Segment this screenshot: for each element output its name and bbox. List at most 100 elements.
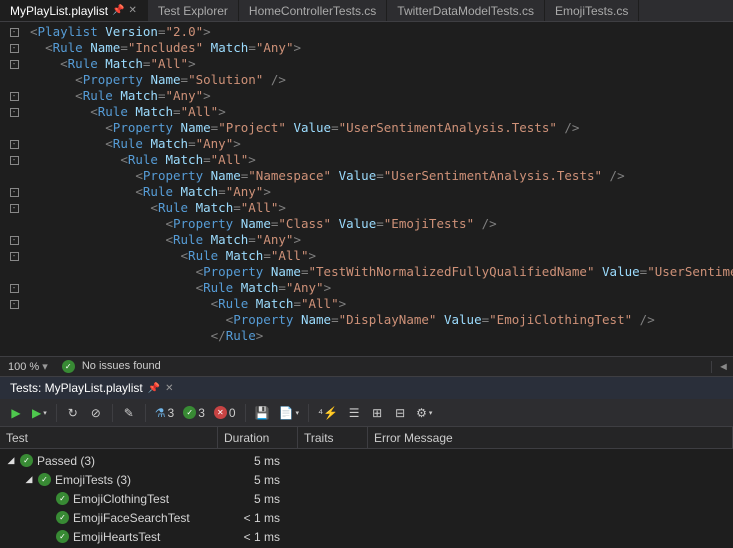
- zoom-dropdown[interactable]: 100 %: [8, 360, 48, 373]
- test-duration: 5 ms: [218, 454, 298, 468]
- flask-icon: ⚗: [155, 406, 166, 420]
- issues-indicator[interactable]: ✓ No issues found: [62, 360, 161, 373]
- fold-toggle[interactable]: -: [10, 140, 19, 149]
- count-total: 3: [168, 406, 175, 420]
- code-line[interactable]: <Rule Match="All">: [30, 56, 733, 72]
- tab-tests-playlist[interactable]: Tests: MyPlayList.playlist 📌 ✕: [0, 378, 184, 398]
- clear-button[interactable]: ⊘: [86, 402, 106, 424]
- filter-failed-button[interactable]: ✕ 0: [211, 402, 239, 424]
- code-line[interactable]: <Property Name="TestWithNormalizedFullyQ…: [30, 264, 733, 280]
- fail-icon: ✕: [214, 406, 227, 419]
- test-label: Passed (3): [37, 454, 95, 468]
- pass-icon: ✓: [38, 473, 51, 486]
- grouping-button[interactable]: ☰: [344, 402, 364, 424]
- tab-myplaylist-playlist[interactable]: MyPlayList.playlist📌✕: [0, 0, 148, 21]
- code-line[interactable]: <Rule Match="Any">: [30, 232, 733, 248]
- code-line[interactable]: <Property Name="Class" Value="EmojiTests…: [30, 216, 733, 232]
- editor-status-bar: 100 % ✓ No issues found ◄: [0, 357, 733, 377]
- issues-text: No issues found: [82, 360, 161, 372]
- run-after-build-button[interactable]: ⁴⚡: [315, 402, 341, 424]
- playlist-button[interactable]: 📄▾: [276, 402, 302, 424]
- check-icon: ✓: [62, 360, 75, 373]
- pass-icon: ✓: [56, 492, 69, 505]
- count-passed: 3: [198, 406, 205, 420]
- column-duration[interactable]: Duration: [218, 427, 298, 448]
- run-button[interactable]: ▶▾: [29, 402, 50, 424]
- pass-icon: ✓: [56, 511, 69, 524]
- fold-toggle[interactable]: -: [10, 44, 19, 53]
- save-playlist-button[interactable]: 💾: [252, 402, 273, 424]
- code-line[interactable]: <Property Name="Solution" />: [30, 72, 733, 88]
- code-line[interactable]: <Rule Match="All">: [30, 248, 733, 264]
- pass-icon: ✓: [56, 530, 69, 543]
- code-line[interactable]: <Rule Match="All">: [30, 296, 733, 312]
- fold-toggle[interactable]: -: [10, 300, 19, 309]
- test-row[interactable]: ◢ ✓ Passed (3) 5 ms: [0, 451, 733, 470]
- fold-toggle[interactable]: -: [10, 204, 19, 213]
- code-body[interactable]: <Playlist Version="2.0"> <Rule Name="Inc…: [28, 22, 733, 356]
- code-line[interactable]: <Rule Match="All">: [30, 152, 733, 168]
- column-test[interactable]: Test: [0, 427, 218, 448]
- filter-passed-button[interactable]: ✓ 3: [180, 402, 208, 424]
- close-icon[interactable]: ✕: [165, 383, 173, 394]
- test-row[interactable]: ✓ EmojiClothingTest 5 ms: [0, 489, 733, 508]
- fold-toggle[interactable]: -: [10, 236, 19, 245]
- fold-toggle[interactable]: -: [10, 252, 19, 261]
- settings-button[interactable]: ⚙▾: [413, 402, 435, 424]
- test-duration: 5 ms: [218, 473, 298, 487]
- test-tree[interactable]: ◢✓Passed (3)5 ms◢✓EmojiTests (3)5 ms✓Emo…: [0, 449, 733, 548]
- test-row[interactable]: ✓ EmojiFaceSearchTest < 1 ms: [0, 508, 733, 527]
- code-line[interactable]: <Property Name="Namespace" Value="UserSe…: [30, 168, 733, 184]
- pass-icon: ✓: [20, 454, 33, 467]
- test-label: EmojiHeartsTest: [73, 530, 160, 544]
- fold-gutter[interactable]: - - - - - - - - - - - - -: [0, 22, 28, 356]
- code-line[interactable]: <Rule Match="All">: [30, 104, 733, 120]
- test-row[interactable]: ✓ EmojiHeartsTest < 1 ms: [0, 527, 733, 546]
- filter-total-button[interactable]: ⚗ 3: [152, 402, 177, 424]
- code-line[interactable]: <Property Name="DisplayName" Value="Emoj…: [30, 312, 733, 328]
- close-icon[interactable]: ✕: [128, 5, 136, 16]
- column-error[interactable]: Error Message: [368, 427, 733, 448]
- code-line[interactable]: <Rule Match="Any">: [30, 280, 733, 296]
- pin-icon[interactable]: 📌: [148, 383, 160, 394]
- fold-toggle[interactable]: -: [10, 92, 19, 101]
- code-line[interactable]: <Property Name="Project" Value="UserSent…: [30, 120, 733, 136]
- chevron-down-icon[interactable]: ◢: [24, 474, 34, 485]
- tab-test-explorer[interactable]: Test Explorer: [148, 0, 239, 21]
- repeat-button[interactable]: ↻: [63, 402, 83, 424]
- test-row[interactable]: ◢✓EmojiTests (3)5 ms: [0, 470, 733, 489]
- code-line[interactable]: <Rule Match="Any">: [30, 184, 733, 200]
- column-traits[interactable]: Traits: [298, 427, 368, 448]
- code-line[interactable]: <Rule Match="Any">: [30, 88, 733, 104]
- run-all-button[interactable]: ▶: [6, 402, 26, 424]
- code-line[interactable]: <Rule Name="Includes" Match="Any">: [30, 40, 733, 56]
- code-line[interactable]: <Playlist Version="2.0">: [30, 24, 733, 40]
- edit-playlist-button[interactable]: ✎: [119, 402, 139, 424]
- fold-toggle[interactable]: -: [10, 284, 19, 293]
- count-failed: 0: [229, 406, 236, 420]
- tab-emojitests-cs[interactable]: EmojiTests.cs: [545, 0, 639, 21]
- code-line[interactable]: </Rule>: [30, 328, 733, 344]
- tab-twitterdatamodeltests-cs[interactable]: TwitterDataModelTests.cs: [387, 0, 545, 21]
- scroll-left-arrow[interactable]: ◄: [711, 361, 725, 373]
- expand-button[interactable]: ⊞: [367, 402, 387, 424]
- test-label: EmojiFaceSearchTest: [73, 511, 190, 525]
- test-label: EmojiClothingTest: [73, 492, 169, 506]
- fold-toggle[interactable]: -: [10, 60, 19, 69]
- fold-toggle[interactable]: -: [10, 156, 19, 165]
- code-line[interactable]: <Rule Match="All">: [30, 200, 733, 216]
- test-explorer-toolbar: ▶ ▶▾ ↻ ⊘ ✎ ⚗ 3 ✓ 3 ✕ 0 💾 📄▾ ⁴⚡ ☰ ⊞ ⊟ ⚙▾: [0, 399, 733, 427]
- code-line[interactable]: <Rule Match="Any">: [30, 136, 733, 152]
- tab-homecontrollertests-cs[interactable]: HomeControllerTests.cs: [239, 0, 387, 21]
- pin-icon[interactable]: 📌: [112, 5, 124, 16]
- fold-toggle[interactable]: -: [10, 188, 19, 197]
- fold-toggle[interactable]: -: [10, 28, 19, 37]
- test-duration: < 1 ms: [218, 530, 298, 544]
- test-duration: 5 ms: [218, 492, 298, 506]
- chevron-down-icon[interactable]: ◢: [6, 455, 16, 466]
- code-editor[interactable]: - - - - - - - - - - - - - <Playlist Version="2.0"> <…: [0, 22, 733, 357]
- tab-label: Tests: MyPlayList.playlist: [10, 381, 143, 395]
- fold-toggle[interactable]: -: [10, 108, 19, 117]
- test-duration: < 1 ms: [218, 511, 298, 525]
- collapse-button[interactable]: ⊟: [390, 402, 410, 424]
